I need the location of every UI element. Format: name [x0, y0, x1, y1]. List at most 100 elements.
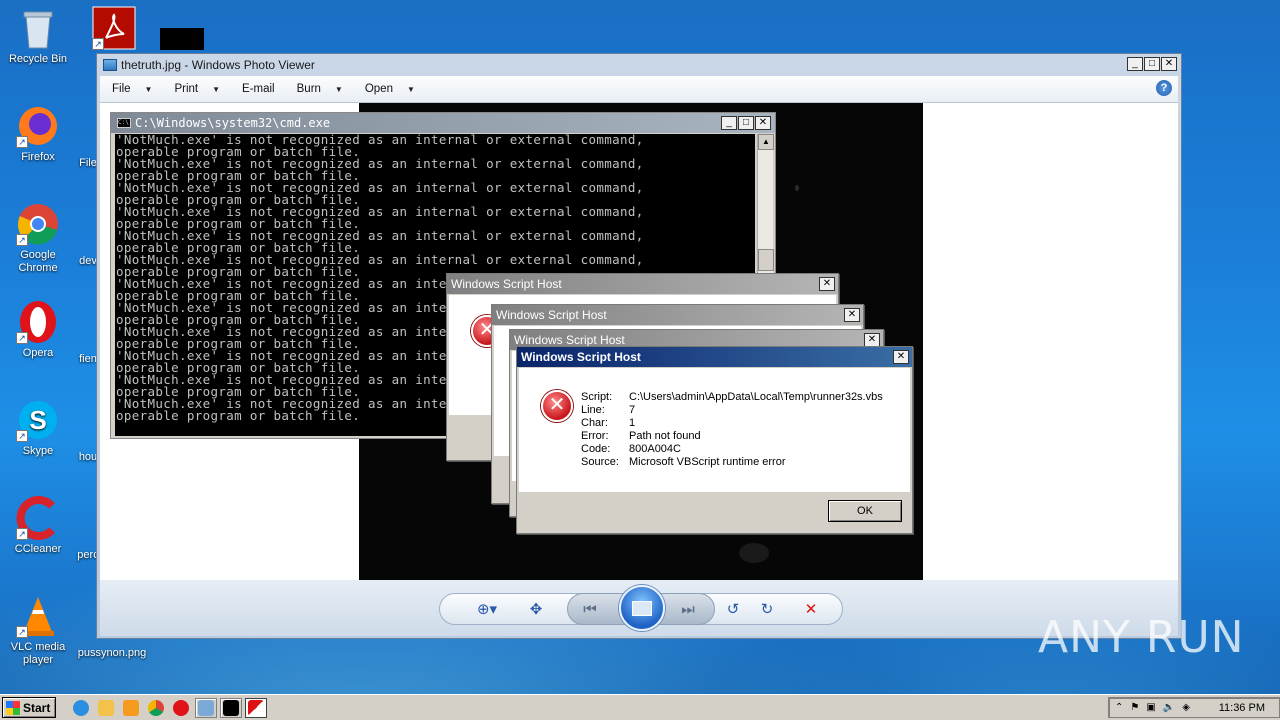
rotate-counterclockwise-icon[interactable]: ↺ — [722, 593, 744, 625]
shortcut-arrow-icon: ↗ — [16, 626, 28, 638]
line-label: Line: — [581, 404, 605, 416]
desktop-icon-opera[interactable]: ↗ Opera — [0, 300, 76, 360]
photo-viewer-toolbar: ⊕▾ ✥ ⏮ ⏭ ↺ ↻ ✕ — [100, 580, 1178, 636]
next-icon[interactable]: ⏭ — [674, 593, 702, 625]
taskbar: Start ⌃ ⚑ ▣ 🔈 ◈ 11:36 PM — [0, 694, 1280, 720]
maximize-button[interactable]: □ — [1144, 57, 1160, 71]
desktop-icon-recycle-bin[interactable]: Recycle Bin — [0, 6, 76, 66]
flag-icon[interactable]: ⚑ — [1130, 702, 1139, 713]
taskbar-wsh-button[interactable] — [245, 697, 267, 718]
system-tray: ⌃ ⚑ ▣ 🔈 ◈ 11:36 PM — [1108, 697, 1280, 718]
menu-open[interactable]: Open ▼ — [365, 83, 415, 95]
start-button[interactable]: Start — [2, 697, 56, 718]
code-label: Code: — [581, 443, 611, 455]
close-button[interactable]: ✕ — [864, 333, 880, 347]
desktop-icon-vlc[interactable]: ↗ VLC media player — [0, 594, 76, 667]
menu-burn[interactable]: Burn ▼ — [297, 83, 343, 95]
desktop-icon-skype[interactable]: S ↗ Skype — [0, 398, 76, 458]
file-thumbnail-icon — [160, 28, 204, 50]
window-controls: _ □ ✕ — [721, 116, 771, 130]
window-title: C:\Windows\system32\cmd.exe — [135, 116, 331, 130]
minimize-button[interactable]: _ — [1127, 57, 1143, 71]
skype-icon: S ↗ — [16, 398, 60, 442]
desktop-icon-label: pussynon.png — [77, 647, 147, 659]
cmd-titlebar[interactable]: C:\ C:\Windows\system32\cmd.exe — [111, 113, 775, 133]
clock[interactable]: 11:36 PM — [1219, 702, 1265, 714]
taskbar-photo-viewer-button[interactable] — [195, 697, 217, 718]
close-button[interactable]: ✕ — [755, 116, 771, 130]
line-value: 7 — [629, 404, 636, 416]
actual-size-icon[interactable]: ✥ — [523, 593, 549, 625]
error-value: Path not found — [629, 430, 701, 442]
shortcut-arrow-icon: ↗ — [92, 38, 104, 50]
taskbar-opera-icon[interactable] — [170, 698, 192, 718]
taskbar-ie-icon[interactable] — [70, 698, 92, 718]
ok-button[interactable]: OK — [828, 500, 902, 522]
maximize-button[interactable]: □ — [738, 116, 754, 130]
dialog-title: Windows Script Host — [517, 347, 912, 367]
chevron-down-icon: ▼ — [144, 84, 153, 94]
network-icon[interactable]: ▣ — [1146, 702, 1155, 713]
desktop-icon-pussynon[interactable]: pussynon.png — [72, 647, 152, 660]
script-value: C:\Users\admin\AppData\Local\Temp\runner… — [629, 391, 883, 403]
acrobat-icon: ↗ — [92, 6, 136, 50]
wsh-error-dialog[interactable]: Windows Script Host ✕ ✕ Script: C:\Users\… — [516, 346, 913, 534]
close-button[interactable]: ✕ — [893, 350, 909, 364]
close-button[interactable]: ✕ — [819, 277, 835, 291]
chrome-icon: ↗ — [16, 202, 60, 246]
slideshow-icon — [632, 600, 652, 616]
window-title: thetruth.jpg - Windows Photo Viewer — [121, 58, 315, 72]
cmd-app-icon: C:\ — [117, 118, 131, 128]
window-controls: _ □ ✕ — [1127, 57, 1177, 71]
desktop-icon-firefox[interactable]: ↗ Firefox — [0, 104, 76, 164]
photo-viewer-app-icon — [103, 59, 117, 71]
close-button[interactable]: ✕ — [1161, 57, 1177, 71]
close-button[interactable]: ✕ — [844, 308, 860, 322]
tray-expand-icon[interactable]: ⌃ — [1115, 702, 1123, 713]
taskbar-cmd-button[interactable] — [220, 697, 242, 718]
chevron-down-icon: ▼ — [212, 84, 221, 94]
volume-icon[interactable]: 🔈 — [1163, 702, 1175, 713]
error-details: Script: C:\Users\admin\AppData\Local\Temp… — [581, 391, 883, 469]
firefox-icon: ↗ — [16, 104, 60, 148]
minimize-button[interactable]: _ — [721, 116, 737, 130]
scroll-up-icon[interactable]: ▲ — [758, 134, 774, 150]
chevron-down-icon: ▼ — [406, 84, 415, 94]
windows-logo-icon — [6, 700, 20, 715]
dialog-title: Windows Script Host — [492, 305, 863, 325]
zoom-icon[interactable]: ⊕▾ — [469, 593, 505, 625]
error-label: Error: — [581, 430, 609, 442]
scroll-thumb[interactable] — [758, 249, 774, 271]
char-value: 1 — [629, 417, 636, 429]
desktop-icon-ccleaner[interactable]: ↗ CCleaner — [0, 496, 76, 556]
help-icon[interactable]: ? — [1156, 80, 1172, 96]
desktop-icon-black-file[interactable] — [156, 28, 208, 53]
shortcut-arrow-icon: ↗ — [16, 528, 28, 540]
vlc-cone-icon: ↗ — [16, 594, 60, 638]
menu-email[interactable]: E-mail — [242, 83, 275, 95]
error-icon: ✕ — [541, 390, 573, 422]
previous-icon[interactable]: ⏮ — [576, 593, 604, 625]
photo-viewer-menubar: File ▼ Print ▼ E-mail Burn ▼ Open ▼ ? — [100, 76, 1178, 103]
desktop-icon-label: VLC media player — [10, 641, 66, 666]
taskbar-media-player-icon[interactable] — [120, 698, 142, 718]
menu-file[interactable]: File ▼ — [112, 83, 152, 95]
taskbar-explorer-icon[interactable] — [95, 698, 117, 718]
photo-viewer-titlebar[interactable]: thetruth.jpg - Windows Photo Viewer — [97, 54, 1181, 76]
dialog-title: Windows Script Host — [447, 274, 838, 294]
opera-icon: ↗ — [16, 300, 60, 344]
slideshow-button[interactable] — [619, 585, 665, 631]
shield-icon[interactable]: ◈ — [1182, 702, 1190, 713]
recycle-bin-icon — [16, 6, 60, 50]
shortcut-arrow-icon: ↗ — [16, 332, 28, 344]
dialog-body: ✕ Script: C:\Users\admin\AppData\Local\Te… — [519, 368, 910, 492]
source-label: Source: — [581, 456, 619, 468]
shortcut-arrow-icon: ↗ — [16, 136, 28, 148]
rotate-clockwise-icon[interactable]: ↻ — [756, 593, 778, 625]
anyrun-watermark: ANY RUN — [1038, 612, 1245, 663]
shortcut-arrow-icon: ↗ — [16, 430, 28, 442]
menu-print[interactable]: Print ▼ — [174, 83, 220, 95]
chevron-down-icon: ▼ — [334, 84, 343, 94]
taskbar-chrome-icon[interactable] — [145, 698, 167, 718]
delete-icon[interactable]: ✕ — [800, 593, 822, 625]
